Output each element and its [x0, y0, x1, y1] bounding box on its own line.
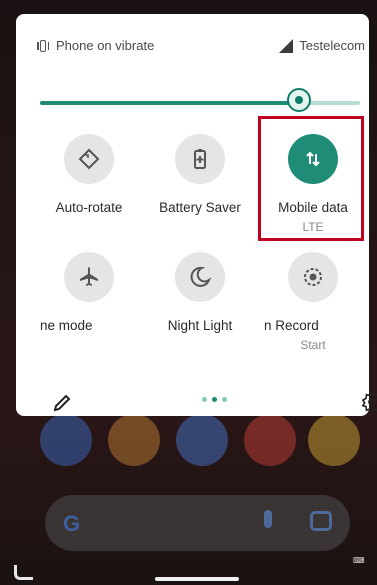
settings-gear-icon[interactable] [361, 391, 377, 418]
contacts-app-icon[interactable] [40, 414, 92, 466]
tile-airplane-mode[interactable]: ne mode [34, 252, 144, 357]
brightness-thumb-icon[interactable] [287, 88, 312, 112]
battery-saver-icon [175, 134, 225, 184]
photos-app-icon[interactable] [108, 414, 160, 466]
carrier-name: Testelecom [299, 38, 365, 53]
gmail-app-icon[interactable] [244, 414, 296, 466]
lens-icon[interactable] [310, 511, 332, 531]
keyboard-icon[interactable]: ⌨ [353, 556, 373, 568]
brightness-slider[interactable] [40, 88, 360, 112]
highlight-box [258, 116, 364, 241]
carrier-status: Testelecom [279, 38, 365, 53]
tile-battery-saver[interactable]: Battery Saver [145, 134, 255, 239]
tile-label: n Record [264, 318, 319, 333]
tile-sublabel: Start [300, 338, 326, 352]
page-dot [202, 397, 207, 402]
screen-record-icon [288, 252, 338, 302]
tile-label: Battery Saver [159, 200, 241, 215]
back-nav-icon[interactable] [14, 565, 33, 580]
mic-icon[interactable] [264, 510, 272, 528]
calendar-app-icon[interactable] [176, 414, 228, 466]
tile-screen-record[interactable]: n Record Start [258, 252, 368, 357]
signal-icon [279, 38, 294, 53]
auto-rotate-icon [64, 134, 114, 184]
page-dot [222, 397, 227, 402]
home-gesture-bar[interactable] [155, 577, 239, 581]
tile-auto-rotate[interactable]: Auto-rotate [34, 134, 144, 239]
google-logo-icon: G [63, 511, 81, 536]
page-dot-current [212, 397, 217, 402]
ringer-status: Phone on vibrate [36, 38, 154, 53]
tile-night-light[interactable]: Night Light [145, 252, 255, 357]
tile-label: Night Light [167, 318, 233, 333]
vibrate-icon [36, 39, 50, 53]
brightness-fill [40, 101, 300, 105]
chrome-app-icon[interactable] [308, 414, 360, 466]
ringer-status-text: Phone on vibrate [56, 38, 155, 53]
night-light-icon [175, 252, 225, 302]
search-bar[interactable]: G [45, 495, 350, 551]
airplane-icon [64, 252, 114, 302]
edit-icon[interactable] [52, 393, 72, 418]
app-dock [40, 414, 360, 470]
page-indicator [202, 397, 227, 402]
